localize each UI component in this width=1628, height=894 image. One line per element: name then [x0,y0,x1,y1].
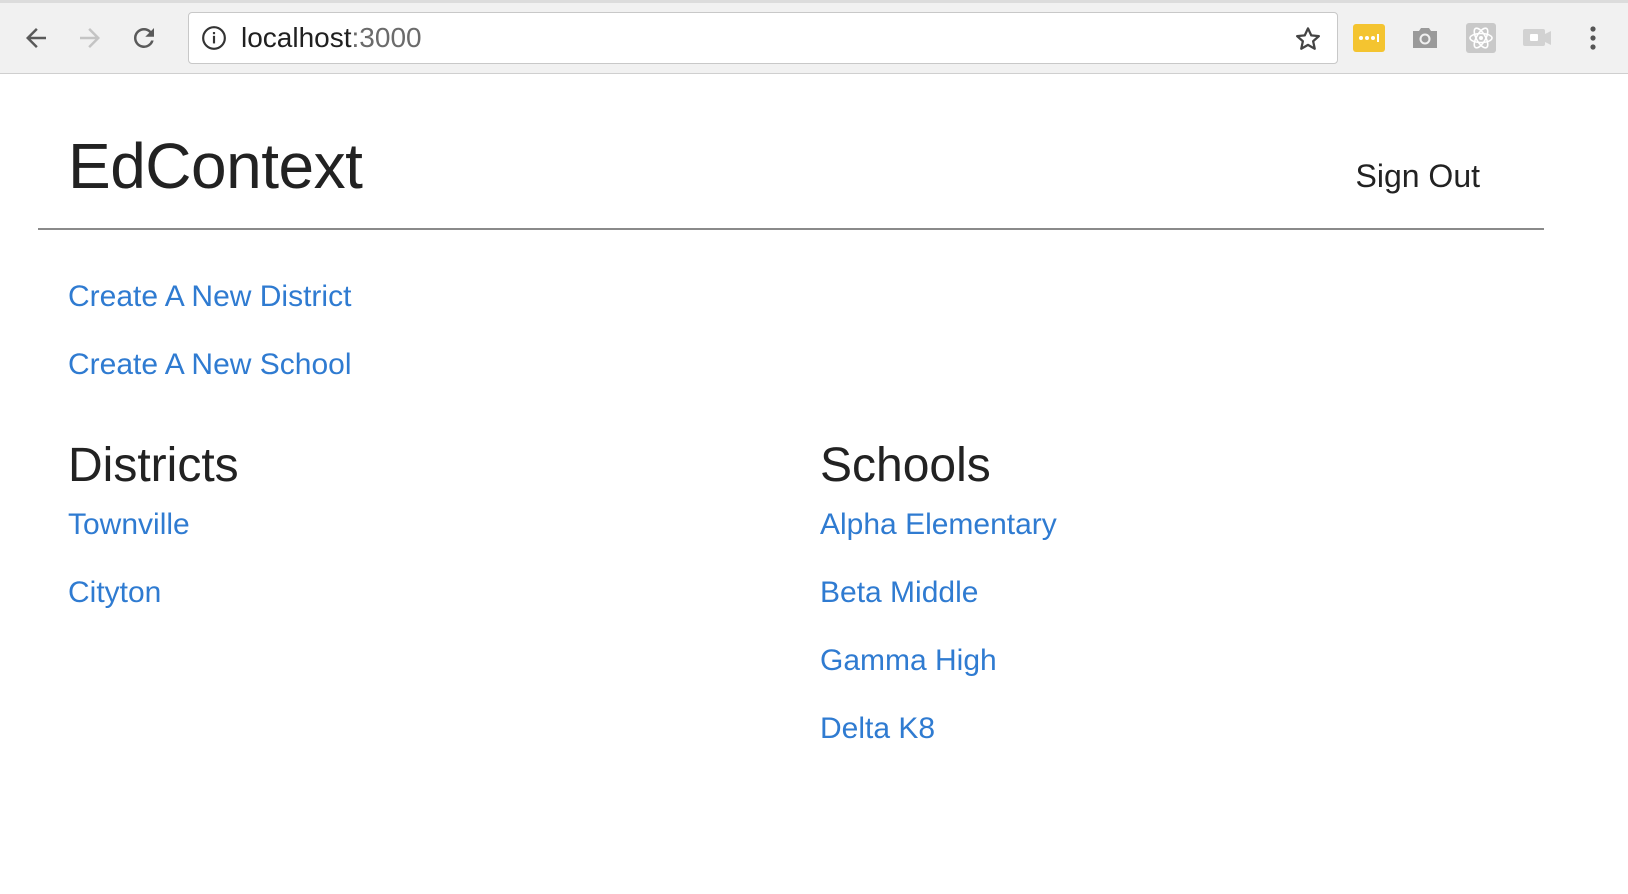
menu-dots-icon [1590,26,1596,50]
site-header: EdContext Sign Out [38,74,1544,230]
district-link-townville[interactable]: Townville [68,508,239,542]
brand-title: EdContext [68,130,363,202]
cast-extension[interactable] [1520,22,1554,54]
school-link-beta-middle[interactable]: Beta Middle [820,576,1057,610]
url-text: localhost:3000 [241,22,422,54]
browser-menu-button[interactable] [1578,22,1608,54]
back-icon [26,28,46,48]
forward-icon [80,28,100,48]
districts-heading: Districts [68,439,239,492]
district-link-cityton[interactable]: Cityton [68,576,239,610]
camera-extension[interactable] [1408,22,1442,54]
react-devtools-extension[interactable] [1464,22,1498,54]
forward-button[interactable] [72,20,108,56]
tab-strip-edge [0,0,1628,3]
star-icon[interactable] [1293,24,1323,54]
password-manager-icon [1353,24,1385,52]
react-devtools-icon [1466,23,1496,53]
camera-icon [1413,28,1437,48]
create-district-link[interactable]: Create A New District [68,280,352,314]
reload-icon [133,27,154,48]
schools-heading: Schools [820,439,991,492]
info-icon[interactable] [201,25,227,51]
school-link-gamma-high[interactable]: Gamma High [820,644,1057,678]
action-links: Create A New District Create A New Schoo… [68,280,352,416]
sign-out-link[interactable]: Sign Out [1355,158,1480,194]
address-bar[interactable]: localhost:3000 [188,12,1338,64]
url-port: :3000 [351,22,422,53]
back-button[interactable] [18,20,54,56]
browser-toolbar: localhost:3000 [0,0,1628,74]
school-link-alpha-elementary[interactable]: Alpha Elementary [820,508,1057,542]
school-link-delta-k8[interactable]: Delta K8 [820,712,1057,746]
schools-section: Schools Alpha Elementary Beta Middle Gam… [820,438,1057,780]
cast-icon [1523,29,1551,46]
password-manager-extension[interactable] [1352,22,1386,54]
page-content: EdContext Sign Out Create A New District… [0,74,1628,894]
url-host: localhost [241,22,352,53]
create-school-link[interactable]: Create A New School [68,348,352,382]
reload-button[interactable] [126,20,162,56]
districts-section: Districts Townville Cityton [68,438,239,644]
